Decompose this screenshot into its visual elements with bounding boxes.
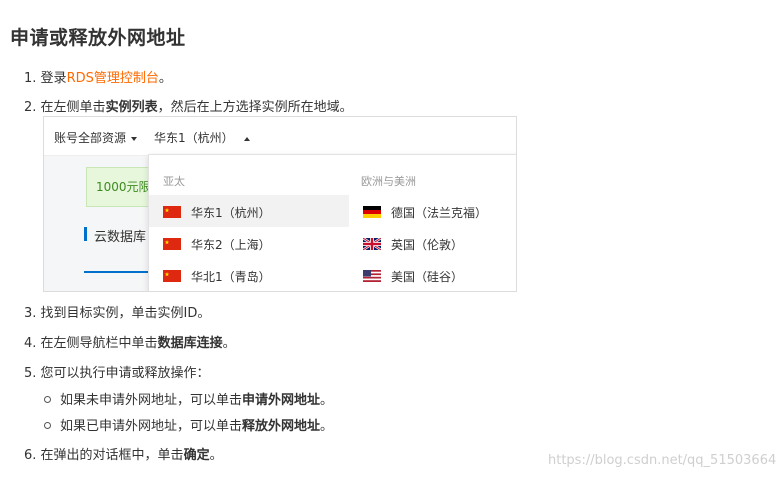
step-text: 在左侧单击 (40, 100, 106, 115)
console-screenshot: 账号全部资源 华东1（杭州） 1000元限 云数据库 亚太 欧洲与美洲 华东1（… (43, 116, 517, 292)
region-selector[interactable]: 华东1（杭州） (154, 129, 250, 146)
step-text: ，然后在上方选择实例所在地域。 (157, 100, 353, 115)
step-6: 6. 在弹出的对话框中，单击确定。 (24, 444, 223, 463)
step-1: 1. 登录RDS管理控制台。 (24, 67, 172, 86)
bullet-icon (44, 422, 51, 429)
bullet-bold: 申请外网地址 (242, 393, 321, 408)
bullet-text: 。 (320, 419, 334, 434)
step-number: 4. (24, 336, 37, 351)
region-group-asia: 亚太 (163, 175, 185, 188)
bullet-text: 。 (320, 393, 334, 408)
step-text: 。 (158, 71, 172, 86)
region-group-europe-america: 欧洲与美洲 (361, 175, 416, 188)
step-3: 3. 找到目标实例，单击实例ID。 (24, 302, 210, 321)
step-text: 在左侧导航栏中单击 (40, 336, 158, 351)
germany-flag-icon (363, 206, 381, 218)
region-option[interactable]: 德国（法兰克福） (349, 195, 516, 227)
step-text: 在弹出的对话框中，单击 (40, 448, 184, 463)
step-text: 找到目标实例，单击实例ID。 (40, 306, 211, 321)
step-number: 6. (24, 448, 37, 463)
region-option[interactable]: 华北1（青岛） (149, 259, 349, 291)
rds-console-link[interactable]: RDS管理控制台 (67, 71, 159, 86)
section-title: 云数据库 (94, 230, 147, 245)
step-text: 。 (209, 448, 223, 463)
step-text: 您可以执行申请或释放操作： (40, 366, 210, 381)
watermark: https://blog.csdn.net/qq_51503664 (548, 453, 777, 468)
caret-down-icon (131, 136, 138, 141)
region-option-label: 德国（法兰克福） (391, 206, 488, 220)
step-bold: 确定 (183, 448, 210, 463)
china-flag-icon (163, 238, 181, 250)
region-option-label: 华东1（杭州） (191, 206, 271, 220)
console-topbar: 账号全部资源 华东1（杭州） (44, 117, 516, 156)
step-number: 3. (24, 306, 37, 321)
region-option[interactable]: 华东1（杭州） (149, 195, 349, 227)
step-bold: 实例列表 (105, 100, 158, 115)
uk-flag-icon (363, 238, 381, 250)
account-selector[interactable]: 账号全部资源 (54, 129, 138, 146)
region-option-label: 华北1（青岛） (191, 270, 271, 284)
promo-text: 1000元限 (96, 180, 151, 194)
usa-flag-icon (363, 270, 381, 282)
bullet-text: 如果未申请外网地址，可以单击 (60, 393, 243, 408)
bullet-text: 如果已申请外网地址，可以单击 (60, 419, 243, 434)
region-option[interactable]: 华东2（上海） (149, 227, 349, 259)
page-title: 申请或释放外网地址 (10, 27, 186, 49)
step-2: 2. 在左侧单击实例列表，然后在上方选择实例所在地域。 (24, 96, 353, 115)
tab-underline (84, 271, 154, 273)
region-option[interactable]: 英国（伦敦） (349, 227, 516, 259)
region-dropdown: 亚太 欧洲与美洲 华东1（杭州） 华东2（上海） 华北1（青岛） 德国（法兰克福… (148, 154, 516, 291)
account-label: 账号全部资源 (54, 131, 127, 145)
region-option-label: 美国（硅谷） (391, 270, 464, 284)
region-option-label: 英国（伦敦） (391, 238, 464, 252)
step-5: 5. 您可以执行申请或释放操作： (24, 362, 210, 381)
caret-up-icon (243, 136, 250, 141)
bullet-item: 如果未申请外网地址，可以单击申请外网地址。 (44, 389, 333, 408)
china-flag-icon (163, 270, 181, 282)
region-option-label: 华东2（上海） (191, 238, 271, 252)
step-text: 。 (222, 336, 236, 351)
step-number: 5. (24, 366, 37, 381)
section-marker (84, 227, 87, 241)
bullet-bold: 释放外网地址 (242, 419, 321, 434)
region-label: 华东1（杭州） (154, 131, 234, 145)
step-bold: 数据库连接 (157, 336, 223, 351)
bullet-icon (44, 396, 51, 403)
step-4: 4. 在左侧导航栏中单击数据库连接。 (24, 332, 236, 351)
region-option[interactable]: 美国（硅谷） (349, 259, 516, 291)
step-number: 1. (24, 71, 37, 86)
step-number: 2. (24, 100, 37, 115)
step-text: 登录 (40, 71, 67, 86)
bullet-item: 如果已申请外网地址，可以单击释放外网地址。 (44, 415, 333, 434)
china-flag-icon (163, 206, 181, 218)
